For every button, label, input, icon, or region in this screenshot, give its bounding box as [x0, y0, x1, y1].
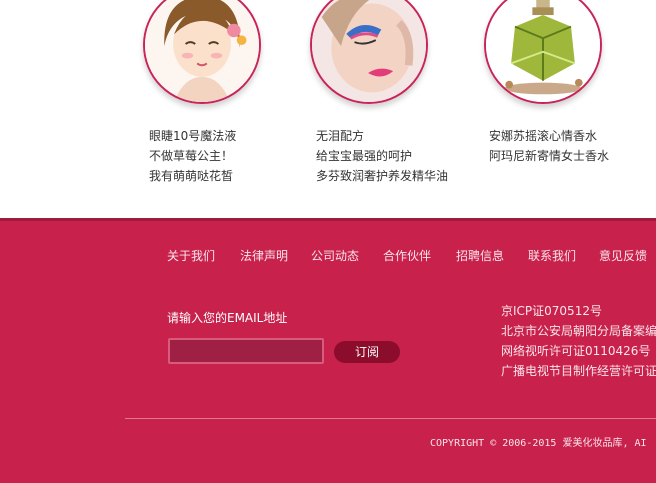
- license-info: 京ICP证070512号 北京市公安局朝阳分局备案编 网络视听许可证011042…: [501, 301, 656, 381]
- email-input[interactable]: [168, 338, 324, 364]
- footer-link-feedback[interactable]: 意见反馈: [599, 247, 647, 264]
- footer-link-legal[interactable]: 法律声明: [240, 247, 288, 264]
- footer-link-contact[interactable]: 联系我们: [528, 247, 576, 264]
- license-line[interactable]: 广播电视节目制作经营许可证: [501, 361, 656, 381]
- license-line[interactable]: 京ICP证070512号: [501, 301, 656, 321]
- cartoon-girl-illustration: [145, 0, 259, 102]
- subscribe-button[interactable]: 订阅: [334, 341, 400, 363]
- makeup-model-photo: [312, 0, 426, 102]
- footer-link-about[interactable]: 关于我们: [167, 247, 215, 264]
- product-desc-line[interactable]: 不做草莓公主！: [149, 146, 236, 166]
- perfume-bottle-photo: [486, 0, 600, 102]
- product-desc-line[interactable]: 我有萌萌哒花皙: [149, 166, 236, 186]
- site-footer: 关于我们 法律声明 公司动态 合作伙伴 招聘信息 联系我们 意见反馈 请输入您的…: [0, 218, 656, 483]
- product-desc-3[interactable]: 安娜苏摇滚心情香水 阿玛尼新寄情女士香水: [489, 126, 609, 166]
- product-desc-line[interactable]: 多芬致润奢护养发精华油: [316, 166, 448, 186]
- product-desc-line[interactable]: 安娜苏摇滚心情香水: [489, 126, 609, 146]
- product-desc-line[interactable]: 给宝宝最强的呵护: [316, 146, 448, 166]
- product-desc-line[interactable]: 阿玛尼新寄情女士香水: [489, 146, 609, 166]
- license-line[interactable]: 北京市公安局朝阳分局备案编: [501, 321, 656, 341]
- product-desc-1[interactable]: 眼睫10号魔法液 不做草莓公主！ 我有萌萌哒花皙: [149, 126, 236, 186]
- product-image-makeup-model[interactable]: [310, 0, 428, 104]
- product-image-perfume[interactable]: [484, 0, 602, 104]
- copyright-text: COPYRIGHT © 2006-2015 爱美化妆品库, AI: [430, 438, 647, 449]
- product-desc-line[interactable]: 眼睫10号魔法液: [149, 126, 236, 146]
- footer-divider: [125, 418, 656, 419]
- product-image-cartoon-girl[interactable]: [143, 0, 261, 104]
- product-showcase: 眼睫10号魔法液 不做草莓公主！ 我有萌萌哒花皙 无泪配方 给宝宝最强的呵护 多…: [0, 0, 656, 218]
- product-desc-line[interactable]: 无泪配方: [316, 126, 448, 146]
- footer-link-jobs[interactable]: 招聘信息: [456, 247, 504, 264]
- email-label: 请输入您的EMAIL地址: [167, 311, 288, 325]
- product-desc-2[interactable]: 无泪配方 给宝宝最强的呵护 多芬致润奢护养发精华油: [316, 126, 448, 186]
- license-line[interactable]: 网络视听许可证0110426号: [501, 341, 656, 361]
- footer-link-partners[interactable]: 合作伙伴: [383, 247, 431, 264]
- footer-link-news[interactable]: 公司动态: [311, 247, 359, 264]
